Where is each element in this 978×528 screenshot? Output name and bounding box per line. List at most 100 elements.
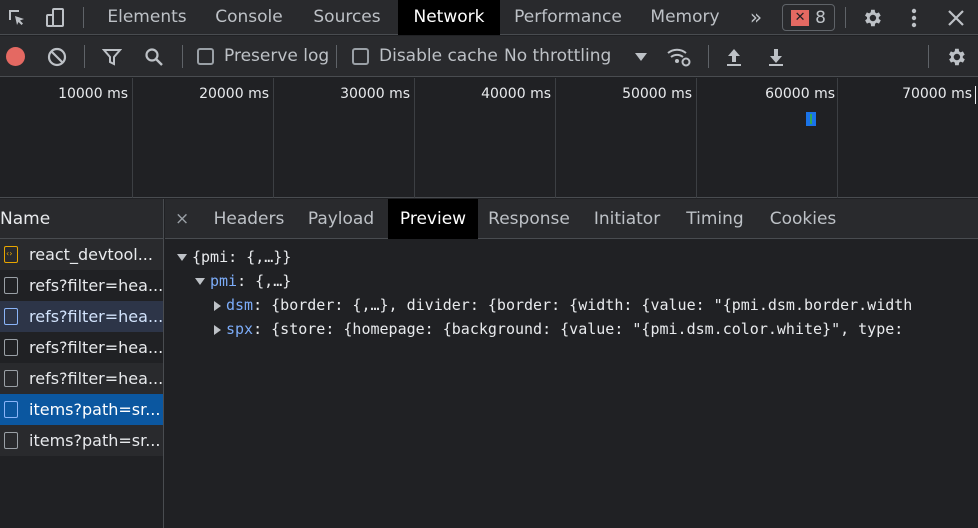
network-toolbar: Preserve log Disable cache No throttling xyxy=(0,36,978,77)
tab-network[interactable]: Network xyxy=(398,0,500,35)
divider xyxy=(83,7,84,28)
request-name: react_devtool... xyxy=(29,245,153,264)
device-toolbar-icon[interactable] xyxy=(40,0,70,35)
inspect-element-icon[interactable] xyxy=(2,0,32,35)
grid-line xyxy=(696,78,697,198)
request-row[interactable]: refs?filter=hea... xyxy=(0,363,163,394)
request-list: Name react_devtool... refs?filter=hea...… xyxy=(0,199,164,528)
throttling-select[interactable]: No throttling xyxy=(504,36,611,77)
timeline-cursor xyxy=(975,86,976,104)
timeline-label: 70000 ms xyxy=(902,86,972,102)
document-file-icon xyxy=(4,432,18,449)
json-key: pmi xyxy=(210,272,238,290)
search-icon xyxy=(145,47,163,66)
request-row[interactable]: refs?filter=hea... xyxy=(0,270,163,301)
request-row[interactable]: refs?filter=hea... xyxy=(0,332,163,363)
request-row[interactable]: react_devtool... xyxy=(0,239,163,270)
tab-sources[interactable]: Sources xyxy=(302,0,392,35)
preserve-log-checkbox[interactable] xyxy=(197,48,214,65)
network-overview-timeline[interactable]: 10000 ms 20000 ms 30000 ms 40000 ms 5000… xyxy=(0,78,978,198)
json-key: spx xyxy=(226,320,254,338)
json-value: : {border: {,…}, divider: {border: {widt… xyxy=(253,296,913,314)
tab-initiator[interactable]: Initiator xyxy=(585,199,669,239)
disable-cache-label[interactable]: Disable cache xyxy=(379,36,498,77)
tab-timing[interactable]: Timing xyxy=(679,199,751,239)
error-icon: ✕ xyxy=(791,9,810,26)
grid-line xyxy=(837,78,838,198)
disable-cache-checkbox[interactable] xyxy=(352,48,369,65)
close-icon[interactable] xyxy=(941,0,971,35)
grid-line xyxy=(132,78,133,198)
devtools-tab-bar: Elements Console Sources Network Perform… xyxy=(0,0,978,35)
document-file-icon xyxy=(4,277,18,294)
clear-icon xyxy=(47,47,67,66)
timeline-label: 50000 ms xyxy=(622,86,692,102)
grid-line xyxy=(555,78,556,198)
timeline-label: 60000 ms xyxy=(765,86,835,102)
divider xyxy=(845,7,846,28)
divider xyxy=(928,45,929,68)
request-detail-panel: × Headers Payload Preview Response Initi… xyxy=(165,199,978,528)
import-har-icon[interactable] xyxy=(722,36,746,77)
tree-node-pmi[interactable]: pmi: {,…} xyxy=(195,269,291,293)
error-count-badge[interactable]: ✕ 8 xyxy=(782,4,835,31)
request-activity-marker xyxy=(806,112,816,126)
network-settings-gear-icon[interactable] xyxy=(942,36,970,77)
throttling-dropdown-icon[interactable] xyxy=(632,36,650,77)
json-value: : {,…} xyxy=(237,272,292,290)
script-file-icon xyxy=(4,239,18,269)
request-row-selected[interactable]: items?path=sr... xyxy=(0,394,163,425)
tab-cookies[interactable]: Cookies xyxy=(763,199,843,239)
tab-headers[interactable]: Headers xyxy=(205,199,293,239)
more-options-icon[interactable] xyxy=(899,0,929,35)
tab-payload[interactable]: Payload xyxy=(301,199,381,239)
tab-memory[interactable]: Memory xyxy=(640,0,730,35)
tab-performance[interactable]: Performance xyxy=(508,0,628,35)
tree-node-spx[interactable]: spx: {store: {homepage: {background: {va… xyxy=(214,317,903,341)
collapsed-arrow-icon xyxy=(214,324,221,335)
request-name: items?path=sr... xyxy=(29,431,161,450)
more-tabs-button[interactable]: » xyxy=(742,0,770,35)
detail-tab-bar: × Headers Payload Preview Response Initi… xyxy=(165,199,978,239)
request-name: refs?filter=hea... xyxy=(29,369,163,388)
divider xyxy=(336,45,337,68)
json-key: dsm xyxy=(226,296,254,314)
json-value: : {store: {homepage: {background: {value… xyxy=(253,320,904,338)
request-name: refs?filter=hea... xyxy=(29,276,163,295)
document-file-icon xyxy=(4,370,18,387)
search-button[interactable] xyxy=(140,36,168,77)
filter-button[interactable] xyxy=(98,36,126,77)
root-value: {pmi: {,…}} xyxy=(192,248,292,266)
export-har-icon[interactable] xyxy=(764,36,788,77)
request-row[interactable]: refs?filter=hea... xyxy=(0,301,163,332)
tab-elements[interactable]: Elements xyxy=(98,0,196,35)
document-file-icon xyxy=(4,339,18,356)
tab-preview[interactable]: Preview xyxy=(388,199,478,239)
settings-gear-icon[interactable] xyxy=(857,0,887,35)
expanded-arrow-icon xyxy=(177,254,187,261)
name-column-header[interactable]: Name xyxy=(0,199,163,239)
timeline-label: 10000 ms xyxy=(58,86,128,102)
tree-node-dsm[interactable]: dsm: {border: {,…}, divider: {border: {w… xyxy=(214,293,912,317)
tab-response[interactable]: Response xyxy=(483,199,575,239)
network-conditions-icon[interactable] xyxy=(664,36,694,77)
document-file-icon xyxy=(4,401,18,418)
grid-line xyxy=(273,78,274,198)
clear-button[interactable] xyxy=(44,36,70,77)
divider xyxy=(84,45,85,68)
record-button[interactable] xyxy=(2,36,28,77)
record-icon xyxy=(5,47,25,66)
divider xyxy=(708,45,709,68)
close-detail-button[interactable]: × xyxy=(175,199,189,239)
tab-console[interactable]: Console xyxy=(206,0,292,35)
collapsed-arrow-icon xyxy=(214,300,221,311)
expanded-arrow-icon xyxy=(195,278,205,285)
request-name: refs?filter=hea... xyxy=(29,338,163,357)
divider xyxy=(182,45,183,68)
error-count: 8 xyxy=(815,7,826,28)
tree-node-root[interactable]: {pmi: {,…}} xyxy=(177,245,291,269)
preserve-log-label[interactable]: Preserve log xyxy=(224,36,329,77)
timeline-label: 20000 ms xyxy=(199,86,269,102)
grid-line xyxy=(414,78,415,198)
request-row[interactable]: items?path=sr... xyxy=(0,425,163,456)
